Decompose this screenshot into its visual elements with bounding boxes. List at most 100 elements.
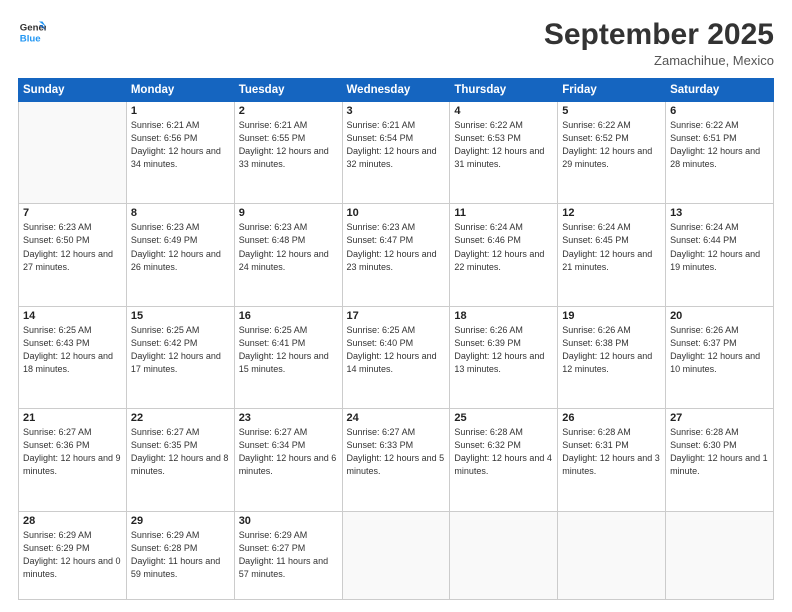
month-title: September 2025 [544,18,774,51]
svg-text:General: General [20,22,46,33]
day-number: 5 [562,105,661,117]
col-monday: Monday [126,79,234,102]
table-row: 21Sunrise: 6:27 AM Sunset: 6:36 PM Dayli… [19,409,127,511]
day-info: Sunrise: 6:23 AM Sunset: 6:47 PM Dayligh… [347,221,446,273]
day-info: Sunrise: 6:26 AM Sunset: 6:39 PM Dayligh… [454,324,553,376]
day-number: 7 [23,207,122,219]
day-number: 17 [347,310,446,322]
day-number: 12 [562,207,661,219]
day-number: 3 [347,105,446,117]
day-info: Sunrise: 6:25 AM Sunset: 6:43 PM Dayligh… [23,324,122,376]
table-row [558,511,666,599]
day-number: 18 [454,310,553,322]
day-number: 23 [239,412,338,424]
day-info: Sunrise: 6:25 AM Sunset: 6:40 PM Dayligh… [347,324,446,376]
calendar-header-row: Sunday Monday Tuesday Wednesday Thursday… [19,79,774,102]
day-info: Sunrise: 6:26 AM Sunset: 6:37 PM Dayligh… [670,324,769,376]
table-row: 26Sunrise: 6:28 AM Sunset: 6:31 PM Dayli… [558,409,666,511]
day-number: 28 [23,515,122,527]
table-row: 22 Sunrise: 6:27 AM Sunset: 6:35 PM Dayli… [126,409,234,511]
table-row: 27 Sunrise: 6:28 AM Sunset: 6:30 PM Dayli… [666,409,774,511]
day-info: Sunrise: 6:24 AM Sunset: 6:45 PM Dayligh… [562,221,661,273]
logo: General Blue [18,18,46,46]
table-row: 9Sunrise: 6:23 AM Sunset: 6:48 PM Daylig… [234,204,342,306]
table-row [666,511,774,599]
header: General Blue September 2025 Zamachihue, … [18,18,774,68]
day-number: 10 [347,207,446,219]
table-row [450,511,558,599]
table-row: 8 Sunrise: 6:23 AM Sunset: 6:49 PM Daylig… [126,204,234,306]
table-row: 30 Sunrise: 6:29 AM Sunset: 6:27 PM Dayli… [234,511,342,599]
day-number: 2 [239,105,338,117]
day-info: Sunrise: 6:23 AM Sunset: 6:49 PM Dayligh… [131,221,230,273]
day-info: Sunrise: 6:22 AM Sunset: 6:53 PM Dayligh… [454,119,553,171]
table-row [342,511,450,599]
col-tuesday: Tuesday [234,79,342,102]
day-number: 24 [347,412,446,424]
day-number: 4 [454,105,553,117]
table-row: 16 Sunrise: 6:25 AM Sunset: 6:41 PM Dayli… [234,306,342,408]
page: General Blue September 2025 Zamachihue, … [0,0,792,612]
day-info: Sunrise: 6:25 AM Sunset: 6:42 PM Dayligh… [131,324,230,376]
table-row: 28 Sunrise: 6:29 AM Sunset: 6:29 PM Dayli… [19,511,127,599]
day-info: Sunrise: 6:29 AM Sunset: 6:29 PM Dayligh… [23,529,122,581]
day-info: Sunrise: 6:29 AM Sunset: 6:27 PM Dayligh… [239,529,338,581]
col-saturday: Saturday [666,79,774,102]
col-sunday: Sunday [19,79,127,102]
day-info: Sunrise: 6:22 AM Sunset: 6:52 PM Dayligh… [562,119,661,171]
table-row: 5 Sunrise: 6:22 AM Sunset: 6:52 PM Daylig… [558,102,666,204]
day-number: 15 [131,310,230,322]
day-info: Sunrise: 6:24 AM Sunset: 6:46 PM Dayligh… [454,221,553,273]
day-info: Sunrise: 6:21 AM Sunset: 6:54 PM Dayligh… [347,119,446,171]
day-number: 30 [239,515,338,527]
table-row: 7 Sunrise: 6:23 AM Sunset: 6:50 PM Daylig… [19,204,127,306]
col-friday: Friday [558,79,666,102]
day-info: Sunrise: 6:29 AM Sunset: 6:28 PM Dayligh… [131,529,230,581]
day-number: 19 [562,310,661,322]
table-row: 29 Sunrise: 6:29 AM Sunset: 6:28 PM Dayli… [126,511,234,599]
day-info: Sunrise: 6:21 AM Sunset: 6:56 PM Dayligh… [131,119,230,171]
table-row: 19 Sunrise: 6:26 AM Sunset: 6:38 PM Dayli… [558,306,666,408]
day-info: Sunrise: 6:25 AM Sunset: 6:41 PM Dayligh… [239,324,338,376]
day-info: Sunrise: 6:24 AM Sunset: 6:44 PM Dayligh… [670,221,769,273]
day-info: Sunrise: 6:21 AM Sunset: 6:55 PM Dayligh… [239,119,338,171]
col-wednesday: Wednesday [342,79,450,102]
day-number: 16 [239,310,338,322]
day-number: 13 [670,207,769,219]
day-info: Sunrise: 6:28 AM Sunset: 6:30 PM Dayligh… [670,426,769,478]
day-info: Sunrise: 6:27 AM Sunset: 6:35 PM Dayligh… [131,426,230,478]
col-thursday: Thursday [450,79,558,102]
day-number: 25 [454,412,553,424]
day-number: 14 [23,310,122,322]
table-row: 13 Sunrise: 6:24 AM Sunset: 6:44 PM Dayli… [666,204,774,306]
day-number: 11 [454,207,553,219]
day-info: Sunrise: 6:26 AM Sunset: 6:38 PM Dayligh… [562,324,661,376]
day-info: Sunrise: 6:27 AM Sunset: 6:34 PM Dayligh… [239,426,338,478]
day-info: Sunrise: 6:23 AM Sunset: 6:48 PM Dayligh… [239,221,338,273]
title-block: September 2025 Zamachihue, Mexico [544,18,774,68]
table-row: 14 Sunrise: 6:25 AM Sunset: 6:43 PM Dayli… [19,306,127,408]
day-number: 20 [670,310,769,322]
table-row: 15 Sunrise: 6:25 AM Sunset: 6:42 PM Dayli… [126,306,234,408]
day-number: 8 [131,207,230,219]
day-info: Sunrise: 6:27 AM Sunset: 6:36 PM Dayligh… [23,426,122,478]
table-row: 3 Sunrise: 6:21 AM Sunset: 6:54 PM Daylig… [342,102,450,204]
table-row [19,102,127,204]
day-number: 6 [670,105,769,117]
svg-text:Blue: Blue [20,34,41,45]
day-number: 22 [131,412,230,424]
table-row: 12 Sunrise: 6:24 AM Sunset: 6:45 PM Dayli… [558,204,666,306]
calendar-table: Sunday Monday Tuesday Wednesday Thursday… [18,78,774,600]
logo-icon: General Blue [18,18,46,46]
day-number: 27 [670,412,769,424]
day-info: Sunrise: 6:23 AM Sunset: 6:50 PM Dayligh… [23,221,122,273]
day-number: 1 [131,105,230,117]
day-number: 29 [131,515,230,527]
table-row: 10 Sunrise: 6:23 AM Sunset: 6:47 PM Dayli… [342,204,450,306]
table-row: 2 Sunrise: 6:21 AM Sunset: 6:55 PM Daylig… [234,102,342,204]
table-row: 23 Sunrise: 6:27 AM Sunset: 6:34 PM Dayli… [234,409,342,511]
table-row: 11 Sunrise: 6:24 AM Sunset: 6:46 PM Dayli… [450,204,558,306]
table-row: 6Sunrise: 6:22 AM Sunset: 6:51 PM Daylig… [666,102,774,204]
day-info: Sunrise: 6:27 AM Sunset: 6:33 PM Dayligh… [347,426,446,478]
day-info: Sunrise: 6:28 AM Sunset: 6:31 PM Dayligh… [562,426,661,478]
